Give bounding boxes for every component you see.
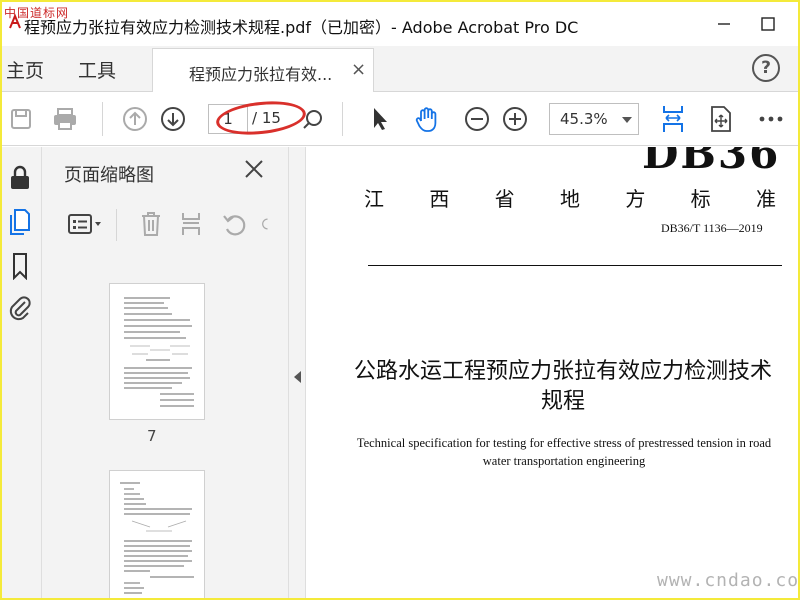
print-icon xyxy=(54,108,76,130)
attachments-button[interactable] xyxy=(6,293,34,323)
hand-tool-button[interactable] xyxy=(412,104,442,134)
select-cursor-icon xyxy=(374,108,387,130)
document-region-heading: 江 西 省 地 方 标 准 xyxy=(364,183,776,212)
pages-icon xyxy=(10,209,30,235)
more-tools-button[interactable] xyxy=(756,104,786,134)
region-char: 西 xyxy=(429,187,450,211)
toolbar-divider xyxy=(102,102,103,136)
thumbnail-options-button[interactable] xyxy=(66,209,106,239)
close-panel-button[interactable] xyxy=(242,157,266,181)
region-char: 方 xyxy=(625,187,646,211)
tab-home[interactable]: 主页 xyxy=(6,56,44,83)
minimize-icon xyxy=(718,23,730,25)
up-arrow-icon xyxy=(123,107,147,131)
lock-icon xyxy=(11,165,29,189)
previous-page-button[interactable] xyxy=(120,104,150,134)
page-preview xyxy=(120,482,194,594)
full-screen-button[interactable] xyxy=(706,104,736,134)
collapse-panel-icon[interactable] xyxy=(294,371,301,383)
extract-icon xyxy=(182,213,200,235)
main-toolbar: 1 / 15 45.3% xyxy=(2,92,798,146)
page-thumbnail-8[interactable] xyxy=(109,470,205,598)
thumbnail-page-label: 7 xyxy=(147,427,157,445)
page-preview xyxy=(124,297,194,407)
rotate-left-icon xyxy=(223,215,246,236)
tab-document[interactable]: 程预应力张拉有效... × xyxy=(152,48,374,92)
title-bar: 中国道标网 程预应力张拉有效应力检测技术规程.pdf（已加密）- Adobe A… xyxy=(2,2,798,46)
toolbar-divider xyxy=(342,102,343,136)
page-thumbnails-button[interactable] xyxy=(6,207,34,237)
document-title: 公路水运工程预应力张拉有效应力检测技术规程 xyxy=(353,359,772,414)
bookmark-icon xyxy=(13,253,27,280)
bookmarks-button[interactable] xyxy=(6,251,34,281)
standard-code: DB36/T 1136—2019 xyxy=(661,221,763,235)
chevron-down-icon xyxy=(622,117,632,123)
down-arrow-icon xyxy=(161,107,185,131)
fit-page-button[interactable] xyxy=(658,104,688,134)
thumbnail-toolbar xyxy=(42,205,288,245)
extract-page-button[interactable] xyxy=(176,209,206,239)
heading-rule xyxy=(368,265,782,266)
tab-bar: 主页 工具 程预应力张拉有效... × ? xyxy=(2,46,798,92)
document-tab-title: 程预应力张拉有效... xyxy=(189,65,333,84)
save-button[interactable] xyxy=(6,104,36,134)
hand-icon xyxy=(415,107,437,132)
more-icon xyxy=(759,116,783,122)
zoom-level-dropdown[interactable]: 45.3% xyxy=(549,103,639,135)
region-char: 准 xyxy=(755,187,776,211)
document-view[interactable]: DB36 江 西 省 地 方 标 准 DB36/T 1136—2019 公路水运… xyxy=(306,147,798,598)
navigation-rail xyxy=(2,147,42,598)
select-tool-button[interactable] xyxy=(364,104,394,134)
acrobat-logo-icon xyxy=(9,13,21,29)
zoom-in-button[interactable] xyxy=(500,104,530,134)
zoom-out-button[interactable] xyxy=(462,104,492,134)
standard-mark: DB36 xyxy=(642,147,781,178)
save-icon xyxy=(11,109,31,129)
acrobat-window: 中国道标网 程预应力张拉有效应力检测技术规程.pdf（已加密）- Adobe A… xyxy=(0,0,800,600)
rotate-left-button[interactable] xyxy=(220,209,250,239)
help-button[interactable]: ? xyxy=(752,54,780,82)
rotate-right-button[interactable] xyxy=(260,209,274,239)
close-icon xyxy=(245,160,263,178)
close-tab-button[interactable]: × xyxy=(351,59,366,80)
full-screen-icon xyxy=(711,106,731,132)
document-subtitle: Technical specification for testing for … xyxy=(356,436,772,468)
panel-title: 页面缩略图 xyxy=(64,165,154,186)
site-watermark-bottom: www.cndao.com xyxy=(657,570,800,591)
maximize-icon xyxy=(761,17,775,31)
print-button[interactable] xyxy=(50,104,80,134)
region-char: 省 xyxy=(494,187,515,211)
trash-icon xyxy=(142,212,160,236)
delete-page-button[interactable] xyxy=(136,209,166,239)
options-icon xyxy=(68,214,101,234)
window-title: 程预应力张拉有效应力检测技术规程.pdf（已加密）- Adobe Acrobat… xyxy=(24,18,579,37)
panel-splitter[interactable] xyxy=(288,147,306,598)
tab-tools[interactable]: 工具 xyxy=(78,56,116,83)
page-thumbnail-7[interactable] xyxy=(109,283,205,420)
zoom-in-icon xyxy=(503,107,527,131)
region-char: 江 xyxy=(364,187,384,211)
maximize-button[interactable] xyxy=(756,12,780,36)
zoom-out-icon xyxy=(465,107,489,131)
security-panel-button[interactable] xyxy=(6,163,34,193)
fit-page-icon xyxy=(663,106,683,132)
toolbar-divider xyxy=(116,209,117,241)
minimize-button[interactable] xyxy=(712,12,736,36)
next-page-button[interactable] xyxy=(158,104,188,134)
region-char: 地 xyxy=(559,187,580,211)
rotate-right-icon xyxy=(262,218,268,230)
thumbnail-panel: 页面缩略图 7 xyxy=(42,147,322,598)
attachment-icon xyxy=(9,296,31,321)
zoom-value: 45.3% xyxy=(560,110,608,128)
region-char: 标 xyxy=(690,187,711,211)
